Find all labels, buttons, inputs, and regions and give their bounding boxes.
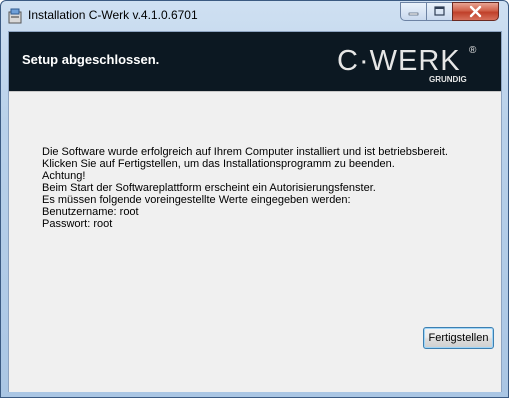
message-line: Es müssen folgende voreingestellte Werte… (42, 194, 351, 206)
page-title: Setup abgeschlossen. (22, 52, 160, 67)
message-line: Benutzername: root (42, 206, 139, 218)
close-icon (469, 5, 482, 18)
logo-sub: GRUNDIG (429, 75, 467, 84)
setup-header: Setup abgeschlossen. C·WERK ® GRUNDIG (9, 32, 501, 91)
window-title: Installation C-Werk v.4.1.0.6701 (28, 8, 198, 22)
message-line: Passwort: root (42, 218, 113, 230)
title-bar[interactable]: Installation C-Werk v.4.1.0.6701 (1, 1, 508, 31)
cwerk-logo: C·WERK ® GRUNDIG (337, 45, 477, 84)
installer-icon (8, 8, 22, 24)
logo-text: C·WERK (337, 45, 461, 77)
message-line: Klicken Sie auf Fertigstellen, um das In… (42, 158, 395, 170)
message-line: Achtung! (42, 170, 86, 182)
maximize-icon (434, 6, 445, 16)
logo-registered: ® (469, 45, 477, 56)
close-button[interactable] (452, 2, 499, 21)
installer-window: Installation C-Werk v.4.1.0.6701 Setup a… (0, 0, 509, 398)
minimize-button[interactable] (400, 2, 427, 21)
completion-message: Die Software wurde erfolgreich auf Ihrem… (42, 146, 448, 230)
message-line: Beim Start der Softwareplattform erschei… (42, 182, 376, 194)
maximize-button[interactable] (426, 2, 453, 21)
finish-button[interactable]: Fertigstellen (423, 327, 494, 349)
message-line: Die Software wurde erfolgreich auf Ihrem… (42, 146, 448, 158)
minimize-icon (408, 12, 419, 16)
client-area: Setup abgeschlossen. C·WERK ® GRUNDIG Di… (8, 31, 502, 392)
